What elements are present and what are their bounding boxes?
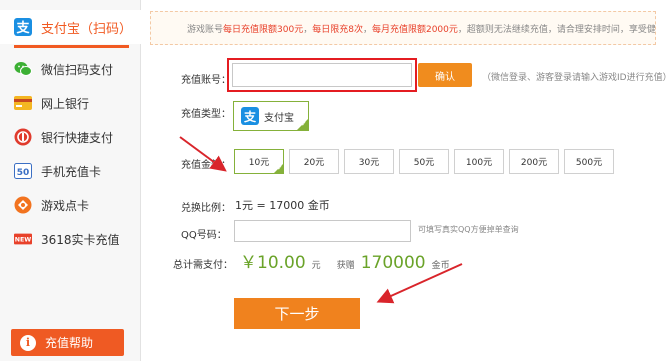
alipay-icon: 支 [241,107,259,125]
rate-label: 兑换比例： [181,203,231,214]
amount-option-30[interactable]: 30元 [344,149,394,174]
total-label: 总计需支付： [173,260,233,271]
qq-input[interactable] [234,220,411,242]
sidebar-item-label: 网上银行 [41,96,90,111]
notice-suffix: ，超额则无法继续充值，请合理安排时间，享受健康生活。 [457,24,656,35]
qq-label: QQ号码： [181,230,227,241]
notice-month-limit: 每月充值限额2000元 [371,24,458,35]
gift-label: 获赠 [336,261,355,271]
notice-prefix: 游戏账号 [187,24,224,35]
amount-option-50[interactable]: 50元 [399,149,449,174]
notice-separator: ， [303,24,313,35]
amount-option-20[interactable]: 20元 [289,149,339,174]
type-label: 充值类型： [181,109,231,120]
quick-pay-icon [14,128,32,146]
svg-text:NEW: NEW [15,237,32,244]
total-price: ￥10.00 [240,253,306,273]
sidebar-item-label: 手机充值卡 [41,164,102,179]
payment-type-label: 支付宝 [264,112,294,124]
sidebar-item-label: 3618实卡充值 [41,232,120,247]
confirm-button[interactable]: 确认 [418,63,472,87]
amount-option-500[interactable]: 500元 [564,149,614,174]
svg-text:50: 50 [17,168,30,178]
sidebar-item-label: 微信扫码支付 [41,62,114,77]
qq-hint: 可填写真实QQ方便掉单查询 [418,225,519,234]
limit-notice: 游戏账号 每日充值限额300元，每日限充8次，每月充值限额2000元 ，超额则无法继… [150,11,656,45]
sidebar-item-alipay[interactable]: 支 支付宝（扫码） [0,10,141,48]
sidebar-item-label: 银行快捷支付 [41,130,114,145]
notice-count-limit: 每日限充8次 [312,24,363,35]
amount-label: 充值金额： [181,160,231,171]
gift-unit: 金币 [431,261,450,271]
sidebar-item-wechat[interactable]: 微信扫码支付 [0,52,140,86]
selected-check-icon [273,163,284,174]
bank-card-icon [14,95,32,111]
sidebar-item-game-card[interactable]: 游戏点卡 [0,188,140,222]
active-underline [14,45,129,48]
sidebar-item-phone-card[interactable]: 50 手机充值卡 [0,154,140,188]
svg-text:支: 支 [15,20,30,36]
phone-card-icon: 50 [14,163,32,179]
game-card-icon [14,196,32,214]
amount-option-100[interactable]: 100元 [454,149,504,174]
payment-method-sidebar: 支 支付宝（扫码） 微信扫码支付 网上银行 银行快捷支付 50 手机充值卡 游戏… [0,0,141,361]
new-card-icon: NEW [14,231,32,247]
recharge-help-button[interactable]: i 充值帮助 [11,329,124,356]
sidebar-item-label: 游戏点卡 [41,198,90,213]
notice-separator: ， [362,24,372,35]
help-button-label: 充值帮助 [45,336,94,350]
payment-type-alipay[interactable]: 支 支付宝 [233,101,309,131]
sidebar-item-3618-card[interactable]: NEW 3618实卡充值 [0,222,140,256]
rate-value: 1元 = 17000 金币 [235,199,330,212]
sidebar-item-quick-pay[interactable]: 银行快捷支付 [0,120,140,154]
account-label: 充值账号： [181,75,231,86]
total-unit: 元 [311,261,321,271]
total-summary: ￥10.00 元 获赠 170000 金币 [240,248,450,273]
info-icon: i [20,334,36,351]
account-input[interactable] [232,63,412,87]
amount-option-200[interactable]: 200元 [509,149,559,174]
notice-day-limit: 每日充值限额300元 [223,24,304,35]
next-step-button[interactable]: 下一步 [234,298,360,329]
confirm-hint: （微信登录、游客登录请输入游戏ID进行充值） [482,73,668,83]
selected-check-icon [297,119,308,130]
wechat-icon [14,61,32,77]
sidebar-item-online-bank[interactable]: 网上银行 [0,86,140,120]
sidebar-item-label: 支付宝（扫码） [41,21,133,37]
alipay-icon: 支 [14,18,32,36]
gift-value: 170000 [360,253,426,273]
